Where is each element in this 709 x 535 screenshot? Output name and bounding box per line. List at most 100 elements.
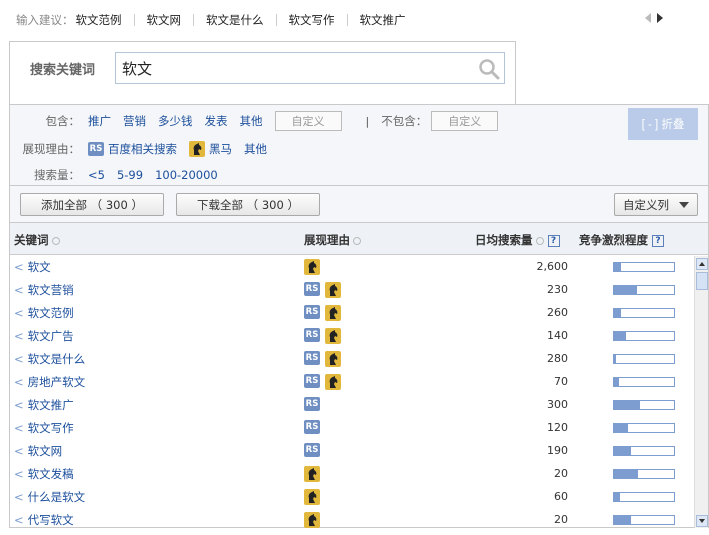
volume-item[interactable]: 5-99 bbox=[117, 168, 143, 182]
suggestion-item[interactable]: 软文写作 bbox=[277, 14, 348, 26]
volume-label: 搜索量： bbox=[34, 168, 80, 182]
keyword-table: 关键词 展现理由 日均搜索量? 竞争激烈程度? < 软文 2,600 < 软文营销 RS 2… bbox=[9, 222, 709, 528]
add-keyword-icon[interactable]: < bbox=[14, 444, 24, 458]
dark-horse-icon bbox=[304, 466, 320, 482]
help-icon[interactable]: ? bbox=[547, 234, 560, 247]
suggestion-item[interactable]: 软文推广 bbox=[348, 14, 418, 26]
add-keyword-icon[interactable]: < bbox=[14, 398, 24, 412]
prev-arrow-icon[interactable] bbox=[645, 13, 651, 23]
include-item[interactable]: 推广 bbox=[88, 113, 111, 129]
keyword-cell[interactable]: < 软文写作 bbox=[14, 420, 74, 436]
include-item[interactable]: 营销 bbox=[123, 113, 146, 129]
suggestion-item[interactable]: 软文网 bbox=[135, 14, 194, 26]
header-keyword[interactable]: 关键词 bbox=[14, 232, 60, 248]
competition-bar bbox=[613, 308, 675, 318]
add-keyword-icon[interactable]: < bbox=[14, 513, 24, 527]
keyword-text: 软文写作 bbox=[27, 421, 74, 435]
competition-bar-fill bbox=[614, 493, 620, 501]
keyword-text: 软文推广 bbox=[27, 398, 74, 412]
download-all-button[interactable]: 下载全部 （ 300 ） bbox=[176, 193, 320, 216]
add-keyword-icon[interactable]: < bbox=[14, 421, 24, 435]
add-keyword-icon[interactable]: < bbox=[14, 375, 24, 389]
add-keyword-icon[interactable]: < bbox=[14, 260, 24, 274]
volume-cell: 2,600 bbox=[536, 260, 569, 273]
add-keyword-icon[interactable]: < bbox=[14, 329, 24, 343]
rs-icon: RS bbox=[304, 305, 320, 319]
sort-icon[interactable] bbox=[535, 236, 544, 245]
next-arrow-icon[interactable] bbox=[657, 13, 663, 23]
add-keyword-icon[interactable]: < bbox=[14, 467, 24, 481]
add-all-button[interactable]: 添加全部 （ 300 ） bbox=[20, 193, 164, 216]
reason-cell: RS bbox=[304, 374, 341, 390]
volume-item[interactable]: <5 bbox=[88, 168, 105, 182]
table-row: < 软文推广 RS 300 bbox=[10, 394, 694, 417]
include-custom-button[interactable]: 自定义 bbox=[274, 111, 342, 131]
header-keyword-label: 关键词 bbox=[14, 233, 49, 247]
keyword-cell[interactable]: < 软文广告 bbox=[14, 328, 74, 344]
exclude-custom-button[interactable]: 自定义 bbox=[431, 111, 499, 131]
competition-bar bbox=[613, 423, 675, 433]
volume-cell: 280 bbox=[547, 352, 568, 365]
add-keyword-icon[interactable]: < bbox=[14, 490, 24, 504]
custom-columns-button[interactable]: 自定义列 bbox=[614, 193, 698, 216]
add-keyword-icon[interactable]: < bbox=[14, 283, 24, 297]
header-reason[interactable]: 展现理由 bbox=[304, 232, 361, 248]
table-row: < 软文发稿 20 bbox=[10, 463, 694, 486]
keyword-cell[interactable]: < 软文发稿 bbox=[14, 466, 74, 482]
sort-icon[interactable] bbox=[51, 236, 60, 245]
scroll-up-icon[interactable] bbox=[696, 258, 708, 270]
header-reason-label: 展现理由 bbox=[304, 233, 350, 247]
table-header: 关键词 展现理由 日均搜索量? 竞争激烈程度? bbox=[10, 223, 708, 255]
table-row: < 房地产软文 RS 70 bbox=[10, 371, 694, 394]
search-icon[interactable] bbox=[478, 58, 500, 80]
keyword-cell[interactable]: < 软文网 bbox=[14, 443, 62, 459]
search-label: 搜索关键词 bbox=[30, 63, 96, 78]
reason-item[interactable]: 其他 bbox=[244, 141, 267, 157]
chevron-down-icon bbox=[679, 202, 689, 208]
reason-cell bbox=[304, 259, 320, 275]
include-item[interactable]: 发表 bbox=[205, 113, 228, 129]
scroll-thumb[interactable] bbox=[696, 272, 708, 290]
keyword-cell[interactable]: < 软文推广 bbox=[14, 397, 74, 413]
include-item[interactable]: 多少钱 bbox=[158, 113, 193, 129]
reason-cell: RS bbox=[304, 397, 320, 411]
volume-item[interactable]: 100-20000 bbox=[155, 168, 218, 182]
reason-item[interactable]: 百度相关搜索 bbox=[108, 141, 177, 157]
competition-bar-fill bbox=[614, 447, 631, 455]
volume-cell: 20 bbox=[554, 513, 568, 526]
help-icon[interactable]: ? bbox=[652, 234, 664, 247]
competition-bar-fill bbox=[614, 263, 622, 271]
reason-cell bbox=[304, 489, 320, 505]
dark-horse-icon bbox=[304, 512, 320, 528]
sort-icon[interactable] bbox=[353, 236, 361, 245]
reason-cell: RS bbox=[304, 420, 320, 434]
search-input[interactable] bbox=[116, 53, 466, 83]
keyword-cell[interactable]: < 软文是什么 bbox=[14, 351, 85, 367]
add-keyword-icon[interactable]: < bbox=[14, 352, 24, 366]
keyword-cell[interactable]: < 代写软文 bbox=[14, 512, 74, 528]
add-keyword-icon[interactable]: < bbox=[14, 306, 24, 320]
keyword-cell[interactable]: < 软文 bbox=[14, 259, 51, 275]
search-panel: 搜索关键词 bbox=[9, 41, 516, 104]
search-box bbox=[115, 52, 505, 84]
fold-button[interactable]: [ - ] 折叠 bbox=[628, 108, 698, 140]
scroll-down-icon[interactable] bbox=[696, 515, 708, 527]
competition-bar-fill bbox=[614, 286, 637, 294]
keyword-cell[interactable]: < 软文范例 bbox=[14, 305, 74, 321]
header-competition[interactable]: 竞争激烈程度? bbox=[579, 232, 664, 248]
competition-bar bbox=[613, 377, 675, 387]
competition-bar bbox=[613, 446, 675, 456]
suggestion-item[interactable]: 软文是什么 bbox=[194, 14, 277, 26]
rs-icon: RS bbox=[304, 328, 320, 342]
scrollbar[interactable] bbox=[694, 256, 708, 528]
include-item[interactable]: 其他 bbox=[240, 113, 263, 129]
keyword-cell[interactable]: < 什么是软文 bbox=[14, 489, 85, 505]
header-volume[interactable]: 日均搜索量? bbox=[475, 232, 560, 248]
suggestion-item[interactable]: 软文范例 bbox=[74, 14, 135, 26]
volume-cell: 120 bbox=[547, 421, 568, 434]
reason-cell: RS bbox=[304, 328, 341, 344]
reason-item[interactable]: 黑马 bbox=[209, 141, 232, 157]
keyword-cell[interactable]: < 房地产软文 bbox=[14, 374, 85, 390]
dark-horse-icon bbox=[325, 328, 341, 344]
keyword-cell[interactable]: < 软文营销 bbox=[14, 282, 74, 298]
